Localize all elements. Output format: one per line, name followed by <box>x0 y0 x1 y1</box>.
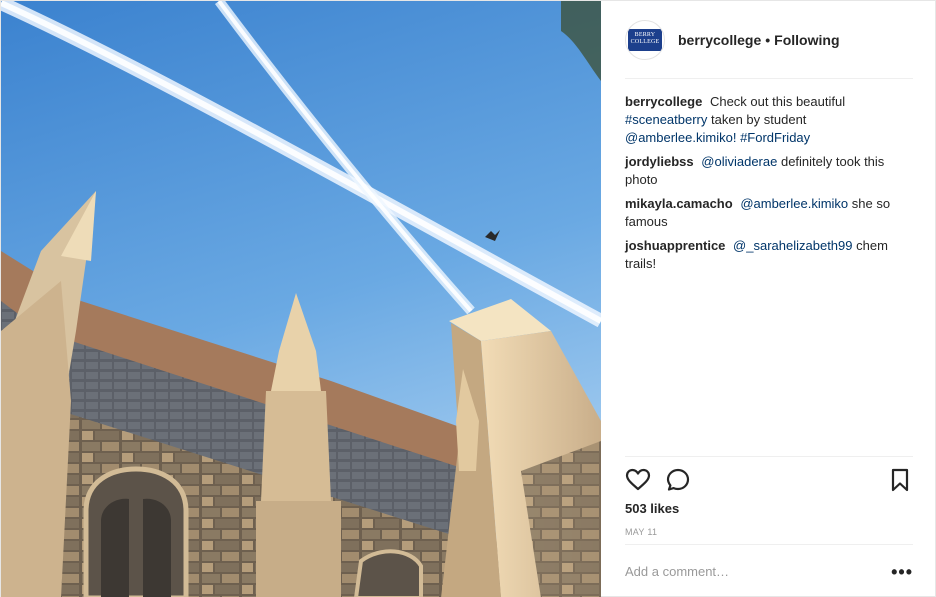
post-header: BERRY COLLEGE berrycollege • Following <box>625 19 913 79</box>
caption-text: taken by student <box>711 112 807 127</box>
caption-text: Check out this beautiful <box>709 94 846 109</box>
header-separator: • <box>765 31 771 48</box>
chapel-sky-photo <box>1 1 601 597</box>
action-icons <box>625 467 913 493</box>
comment-item: joshuapprentice @_sarahelizabeth99 chem … <box>625 237 913 273</box>
caption-hashtag-link[interactable]: #FordFriday <box>740 130 810 145</box>
comment-bubble-icon[interactable] <box>665 467 691 493</box>
comment-mention-link[interactable]: @amberlee.kimiko <box>740 196 848 211</box>
post-date[interactable]: MAY 11 <box>625 527 657 537</box>
comment-input[interactable] <box>625 564 865 579</box>
caption: berrycollege Check out this beautiful #s… <box>625 93 913 147</box>
likes-count[interactable]: 503 likes <box>625 501 679 516</box>
more-options-icon[interactable]: ••• <box>891 563 913 581</box>
comment-mention-link[interactable]: @oliviaderae <box>701 154 777 169</box>
heart-icon[interactable] <box>625 467 651 493</box>
header-text: berrycollege • Following <box>678 32 840 48</box>
berry-college-logo: BERRY COLLEGE <box>628 28 662 51</box>
comments-list: berrycollege Check out this beautiful #s… <box>625 93 913 279</box>
bookmark-icon[interactable] <box>887 467 913 493</box>
post-photo[interactable] <box>1 1 601 597</box>
avatar[interactable]: BERRY COLLEGE <box>625 19 665 60</box>
post-side-panel: BERRY COLLEGE berrycollege • Following berr… <box>601 1 936 597</box>
comment-item: jordyliebss @oliviaderae definitely took… <box>625 153 913 189</box>
instagram-post: BERRY COLLEGE berrycollege • Following berr… <box>0 0 936 597</box>
comment-username[interactable]: jordyliebss <box>625 154 694 169</box>
header-username[interactable]: berrycollege <box>678 32 761 48</box>
caption-mention-link[interactable]: @amberlee.kimiko! <box>625 130 736 145</box>
caption-username[interactable]: berrycollege <box>625 94 702 109</box>
post-actions: 503 likes MAY 11 <box>625 456 913 550</box>
add-comment-bar: ••• <box>625 544 913 597</box>
comment-username[interactable]: mikayla.camacho <box>625 196 733 211</box>
comment-mention-link[interactable]: @_sarahelizabeth99 <box>733 238 852 253</box>
comment-username[interactable]: joshuapprentice <box>625 238 725 253</box>
caption-hashtag-link[interactable]: #sceneatberry <box>625 112 707 127</box>
comment-item: mikayla.camacho @amberlee.kimiko she so … <box>625 195 913 231</box>
follow-status-button[interactable]: Following <box>774 32 839 48</box>
